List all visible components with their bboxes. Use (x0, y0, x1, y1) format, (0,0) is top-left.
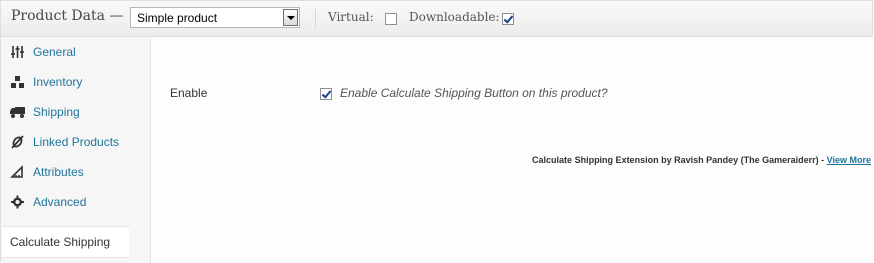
gear-icon (10, 195, 25, 209)
credit-text: Calculate Shipping Extension by Ravish P… (532, 155, 825, 165)
enable-checkbox[interactable] (320, 88, 332, 100)
header-divider (315, 9, 316, 28)
truck-icon (10, 105, 25, 119)
downloadable-label: Downloadable: (409, 10, 500, 24)
enable-label: Enable (170, 86, 208, 100)
tab-label: Linked Products (33, 135, 120, 149)
tab-label: Attributes (33, 165, 84, 179)
downloadable-checkbox[interactable] (502, 13, 514, 25)
sliders-icon (10, 45, 25, 59)
tab-calculate-shipping[interactable]: Calculate Shipping (2, 226, 129, 258)
ruler-icon (10, 165, 25, 179)
link-icon (10, 135, 25, 149)
virtual-checkbox[interactable] (385, 13, 397, 25)
tab-advanced[interactable]: Advanced (1, 187, 150, 217)
chevron-down-icon (287, 16, 295, 20)
tab-label: Calculate Shipping (10, 235, 111, 249)
calculate-shipping-panel: Enable Enable Calculate Shipping Button … (151, 37, 873, 263)
boxes-icon (10, 75, 25, 89)
product-data-tabs: General Inventory Shipping Linked Produc… (1, 37, 151, 263)
view-more-link[interactable]: View More (827, 155, 871, 165)
product-type-value: Simple product (137, 11, 218, 25)
tab-linked-products[interactable]: Linked Products (1, 127, 150, 157)
tab-inventory[interactable]: Inventory (1, 67, 150, 97)
tab-shipping[interactable]: Shipping (1, 97, 150, 127)
enable-description: Enable Calculate Shipping Button on this… (340, 86, 608, 100)
tab-label: General (33, 45, 76, 59)
product-type-select[interactable]: Simple product (130, 7, 300, 28)
virtual-label: Virtual: (328, 10, 374, 24)
product-data-header: Product Data — Simple product Virtual: D… (1, 1, 872, 37)
tab-label: Inventory (33, 75, 83, 89)
tab-label: Shipping (33, 105, 80, 119)
tab-attributes[interactable]: Attributes (1, 157, 150, 187)
dropdown-button[interactable] (283, 9, 298, 26)
tab-general[interactable]: General (1, 37, 150, 67)
credit-note: Calculate Shipping Extension by Ravish P… (532, 155, 871, 165)
product-data-panel: Product Data — Simple product Virtual: D… (0, 0, 873, 263)
product-data-title: Product Data — (11, 8, 124, 24)
tab-label: Advanced (33, 195, 87, 209)
